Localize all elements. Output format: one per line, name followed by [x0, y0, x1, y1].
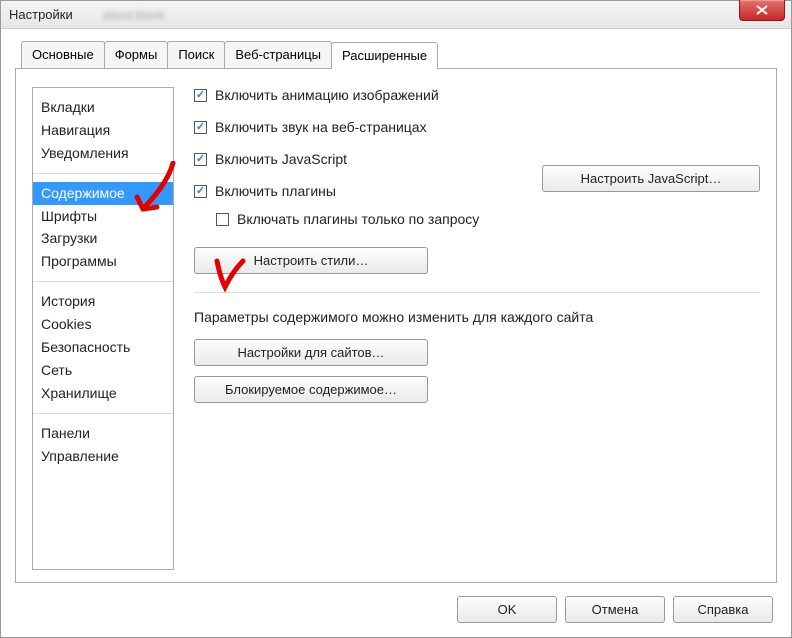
tabs-row: Основные Формы Поиск Веб-страницы Расшир… [21, 41, 777, 68]
button-row: Настроить стили… [194, 247, 760, 274]
cancel-button[interactable]: Отмена [565, 596, 665, 623]
ok-button[interactable]: OK [457, 596, 557, 623]
button-row: Настройки для сайтов… [194, 339, 760, 366]
window-url-blurred: about:blank [103, 8, 165, 22]
main-area: ✓ Включить анимацию изображений ✓ Включи… [194, 87, 760, 570]
tab-panel: Вкладки Навигация Уведомления Содержимое… [15, 68, 777, 583]
sidebar-item-security[interactable]: Безопасность [33, 336, 173, 359]
tab-search[interactable]: Поиск [167, 41, 225, 68]
sidebar-item-history[interactable]: История [33, 290, 173, 313]
sidebar: Вкладки Навигация Уведомления Содержимое… [32, 87, 174, 570]
sidebar-item-fonts[interactable]: Шрифты [33, 205, 173, 228]
sidebar-item-notifications[interactable]: Уведомления [33, 142, 173, 165]
sidebar-separator [33, 281, 173, 282]
sidebar-item-network[interactable]: Сеть [33, 359, 173, 382]
window-title: Настройки [9, 7, 73, 22]
titlebar: Настройки about:blank [1, 1, 791, 29]
settings-window: Настройки about:blank Основные Формы Пои… [0, 0, 792, 638]
sidebar-item-navigation[interactable]: Навигация [33, 119, 173, 142]
sidebar-separator [33, 413, 173, 414]
divider [194, 292, 760, 293]
checkbox-label: Включить анимацию изображений [215, 87, 439, 103]
sidebar-separator [33, 173, 173, 174]
configure-js-button[interactable]: Настроить JavaScript… [542, 165, 760, 192]
checkbox-icon: ✓ [194, 185, 207, 198]
button-row: Блокируемое содержимое… [194, 376, 760, 403]
tab-webpages[interactable]: Веб-страницы [224, 41, 332, 68]
bottom-bar: OK Отмена Справка [457, 584, 791, 637]
blocked-content-button[interactable]: Блокируемое содержимое… [194, 376, 428, 403]
sidebar-item-storage[interactable]: Хранилище [33, 382, 173, 405]
sidebar-item-programs[interactable]: Программы [33, 250, 173, 273]
checkbox-icon: ✓ [194, 89, 207, 102]
param-text: Параметры содержимого можно изменить для… [194, 309, 760, 325]
checkbox-icon: ✓ [194, 153, 207, 166]
checkbox-label: Включать плагины только по запросу [237, 211, 479, 227]
sidebar-item-cookies[interactable]: Cookies [33, 313, 173, 336]
sidebar-item-downloads[interactable]: Загрузки [33, 227, 173, 250]
window-close-button[interactable] [739, 0, 785, 21]
checkbox-label: Включить звук на веб-страницах [215, 119, 427, 135]
tab-forms[interactable]: Формы [104, 41, 169, 68]
sidebar-item-tabs[interactable]: Вкладки [33, 96, 173, 119]
tab-advanced[interactable]: Расширенные [331, 42, 438, 69]
sidebar-item-content[interactable]: Содержимое [33, 182, 173, 205]
content-outer: Основные Формы Поиск Веб-страницы Расшир… [1, 29, 791, 583]
sidebar-group-4: Панели Управление [33, 416, 173, 474]
checkbox-icon [216, 213, 229, 226]
checkbox-label: Включить JavaScript [215, 151, 347, 167]
checkbox-row-sound[interactable]: ✓ Включить звук на веб-страницах [194, 119, 760, 135]
checkbox-icon: ✓ [194, 121, 207, 134]
inner-layout: Вкладки Навигация Уведомления Содержимое… [16, 69, 776, 582]
sidebar-item-panels[interactable]: Панели [33, 422, 173, 445]
tab-basic[interactable]: Основные [21, 41, 105, 68]
sidebar-item-management[interactable]: Управление [33, 445, 173, 468]
help-button[interactable]: Справка [673, 596, 773, 623]
checkbox-row-animation[interactable]: ✓ Включить анимацию изображений [194, 87, 760, 103]
configure-styles-button[interactable]: Настроить стили… [194, 247, 428, 274]
checkbox-label: Включить плагины [215, 183, 336, 199]
close-icon [756, 5, 768, 15]
sidebar-group-1: Вкладки Навигация Уведомления [33, 90, 173, 171]
sidebar-group-3: История Cookies Безопасность Сеть Хранил… [33, 284, 173, 410]
checkbox-row-plugins-on-demand[interactable]: Включать плагины только по запросу [216, 211, 760, 227]
site-settings-button[interactable]: Настройки для сайтов… [194, 339, 428, 366]
sidebar-group-2: Содержимое Шрифты Загрузки Программы [33, 176, 173, 280]
